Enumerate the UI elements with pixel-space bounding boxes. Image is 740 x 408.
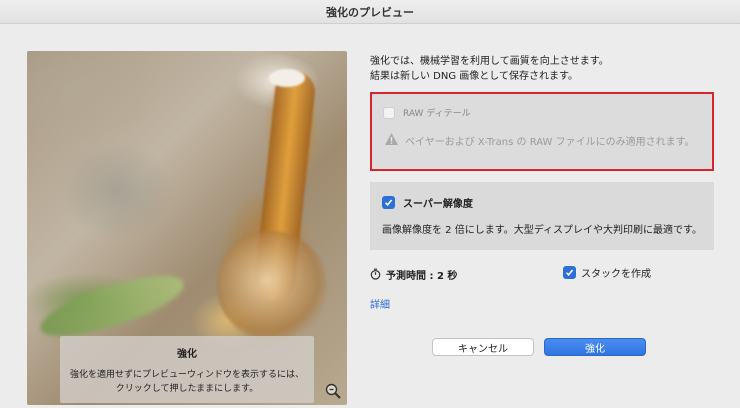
preview-image-region <box>217 231 327 341</box>
warning-icon <box>384 131 399 150</box>
preview-image-region <box>269 69 305 87</box>
preview-image[interactable]: 強化 強化を適用せずにプレビューウィンドウを表示するには、 クリックして押したま… <box>27 51 347 405</box>
preview-hint-text: 強化を適用せずにプレビューウィンドウを表示するには、 <box>69 370 304 380</box>
preview-hint-overlay: 強化 強化を適用せずにプレビューウィンドウを表示するには、 クリックして押したま… <box>60 336 314 403</box>
estimated-time: 予測時間 : 2 秒 <box>370 265 457 284</box>
description-line: 結果は新しい DNG 画像として保存されます。 <box>370 71 578 82</box>
raw-detail-warning: ベイヤーおよび X-Trans の RAW ファイルにのみ適用されます。 <box>405 137 695 148</box>
preview-hint-text: クリックして押したままにします。 <box>115 384 259 394</box>
zoom-icon[interactable] <box>324 382 342 400</box>
super-resolution-description: 画像解像度を 2 倍にします。大型ディスプレイや大判印刷に最適です。 <box>382 225 703 236</box>
raw-detail-label: RAW ディテール <box>403 109 471 119</box>
super-resolution-section: スーパー解像度 画像解像度を 2 倍にします。大型ディスプレイや大判印刷に最適で… <box>370 182 714 250</box>
enhance-button[interactable]: 強化 <box>544 338 646 356</box>
raw-detail-checkbox[interactable] <box>383 106 395 119</box>
description-line: 強化では、機械学習を利用して画質を向上させます。 <box>370 56 609 67</box>
super-resolution-checkbox[interactable] <box>382 196 395 209</box>
create-stack-label: スタックを作成 <box>581 269 651 280</box>
details-link[interactable]: 詳細 <box>370 296 390 311</box>
preview-hint-title: 強化 <box>177 349 197 360</box>
checkmark-icon <box>384 199 393 206</box>
estimated-time-label: 予測時間 : 2 秒 <box>386 271 458 282</box>
cancel-button[interactable]: キャンセル <box>432 338 534 356</box>
create-stack-option: スタックを作成 <box>563 265 651 280</box>
enhance-description: 強化では、機械学習を利用して画質を向上させます。 結果は新しい DNG 画像とし… <box>370 54 609 84</box>
stopwatch-icon <box>370 265 381 284</box>
window-titlebar: 強化のプレビュー <box>0 0 740 24</box>
checkmark-icon <box>565 269 574 276</box>
super-resolution-label: スーパー解像度 <box>403 199 473 210</box>
window-title: 強化のプレビュー <box>326 5 414 19</box>
raw-detail-section: RAW ディテール ベイヤーおよび X-Trans の RAW ファイルにのみ適… <box>370 92 714 171</box>
create-stack-checkbox[interactable] <box>563 266 576 279</box>
enhance-preview-dialog: 強化 強化を適用せずにプレビューウィンドウを表示するには、 クリックして押したま… <box>0 24 740 408</box>
